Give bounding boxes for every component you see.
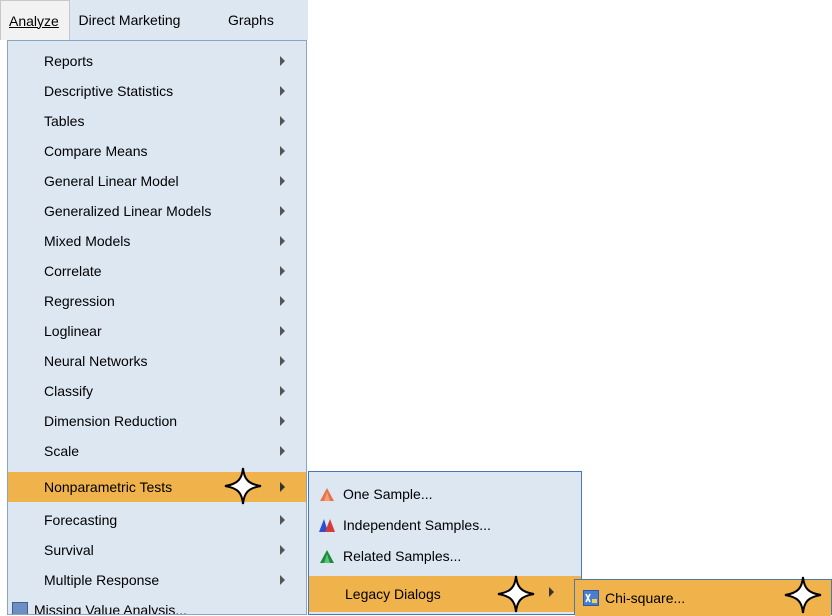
menu-item-correlate[interactable]: Correlate (8, 256, 306, 286)
menu-item-mixed-models[interactable]: Mixed Models (8, 226, 306, 256)
menu-item-label: Descriptive Statistics (44, 83, 174, 99)
menu-item-descriptive-statistics[interactable]: Descriptive Statistics (8, 76, 306, 106)
submenu-arrow-icon (280, 86, 285, 96)
menu-item-label: Correlate (44, 263, 102, 279)
menu-item-label: Classify (44, 383, 94, 399)
menu-item-label: Loglinear (44, 323, 102, 339)
nonparametric-submenu: One Sample... Independent Samples... Rel… (308, 471, 582, 615)
submenu-arrow-icon (280, 146, 285, 156)
submenu-arrow-icon (280, 326, 285, 336)
submenu-item-related-samples[interactable]: Related Samples... (309, 540, 581, 571)
related-samples-icon (320, 550, 334, 563)
menu-item-generalized-linear-models[interactable]: Generalized Linear Models (8, 196, 306, 226)
menu-item-survival[interactable]: Survival (8, 535, 306, 565)
menu-analyze[interactable]: Analyze (0, 0, 71, 40)
menu-item-label: Compare Means (44, 143, 148, 159)
star-marker-icon (784, 576, 822, 614)
menu-item-label: Multiple Response (44, 572, 160, 588)
menu-item-tables[interactable]: Tables (8, 106, 306, 136)
menu-item-label: Missing Value Analysis... (34, 602, 188, 615)
menu-item-label: General Linear Model (44, 173, 179, 189)
menu-item-multiple-response[interactable]: Multiple Response (8, 565, 306, 595)
submenu-item-one-sample[interactable]: One Sample... (309, 478, 581, 509)
menu-item-loglinear[interactable]: Loglinear (8, 316, 306, 346)
submenu-arrow-icon (280, 206, 285, 216)
submenu-item-label: Chi-square... (605, 590, 686, 606)
menu-item-label: Reports (44, 53, 94, 69)
menu-item-label: Tables (44, 113, 85, 129)
submenu-item-label: Independent Samples... (343, 516, 491, 533)
menu-item-general-linear-model[interactable]: General Linear Model (8, 166, 306, 196)
submenu-arrow-icon (280, 116, 285, 126)
submenu-arrow-icon (549, 587, 554, 597)
independent-samples-icon (319, 519, 335, 532)
menu-item-label: Scale (44, 443, 80, 459)
missing-value-icon (12, 602, 28, 614)
submenu-item-legacy-dialogs[interactable]: Legacy Dialogs (309, 576, 581, 612)
submenu-arrow-icon (280, 515, 285, 525)
menu-item-label: Dimension Reduction (44, 413, 178, 429)
one-sample-icon (320, 488, 334, 501)
menu-item-scale[interactable]: Scale (8, 436, 306, 466)
menu-analyze-label: Analyze (9, 12, 59, 29)
submenu-arrow-icon (280, 356, 285, 366)
menu-item-regression[interactable]: Regression (8, 286, 306, 316)
menu-item-label: Regression (44, 293, 115, 309)
menu-item-compare-means[interactable]: Compare Means (8, 136, 306, 166)
chi-square-icon (583, 590, 599, 606)
menu-item-classify[interactable]: Classify (8, 376, 306, 406)
submenu-arrow-icon (280, 176, 285, 186)
menu-item-missing-value-analysis[interactable]: Missing Value Analysis... (8, 595, 306, 615)
submenu-arrow-icon (280, 236, 285, 246)
menu-graphs[interactable]: Graphs (220, 0, 308, 40)
menu-item-label: Generalized Linear Models (44, 203, 212, 219)
menu-item-label: Neural Networks (44, 353, 148, 369)
star-marker-icon (497, 575, 535, 613)
menu-item-label: Nonparametric Tests (44, 479, 173, 495)
submenu-arrow-icon (280, 296, 285, 306)
submenu-item-independent-samples[interactable]: Independent Samples... (309, 509, 581, 540)
submenu-arrow-icon (280, 386, 285, 396)
submenu-arrow-icon (280, 482, 285, 492)
submenu-arrow-icon (280, 545, 285, 555)
submenu-item-label: One Sample... (343, 485, 433, 502)
submenu-item-label: Related Samples... (343, 547, 462, 564)
submenu-arrow-icon (280, 416, 285, 426)
menu-item-label: Survival (44, 542, 94, 558)
menu-graphs-label: Graphs (227, 12, 274, 28)
menu-item-label: Forecasting (44, 512, 118, 528)
menu-item-label: Mixed Models (44, 233, 131, 249)
submenu-arrow-icon (280, 266, 285, 276)
menu-item-neural-networks[interactable]: Neural Networks (8, 346, 306, 376)
star-marker-icon (224, 467, 262, 505)
menu-item-dimension-reduction[interactable]: Dimension Reduction (8, 406, 306, 436)
submenu-arrow-icon (280, 575, 285, 585)
submenu-item-label: Legacy Dialogs (345, 586, 441, 602)
menu-bar: Analyze Direct Marketing Graphs (0, 0, 308, 40)
menu-item-reports[interactable]: Reports (8, 46, 306, 76)
menu-direct-marketing-label: Direct Marketing (78, 12, 181, 28)
menu-direct-marketing[interactable]: Direct Marketing (70, 0, 219, 40)
menu-item-forecasting[interactable]: Forecasting (8, 505, 306, 535)
submenu-arrow-icon (280, 56, 285, 66)
submenu-arrow-icon (280, 446, 285, 456)
analyze-menu: Reports Descriptive Statistics Tables Co… (7, 40, 307, 615)
